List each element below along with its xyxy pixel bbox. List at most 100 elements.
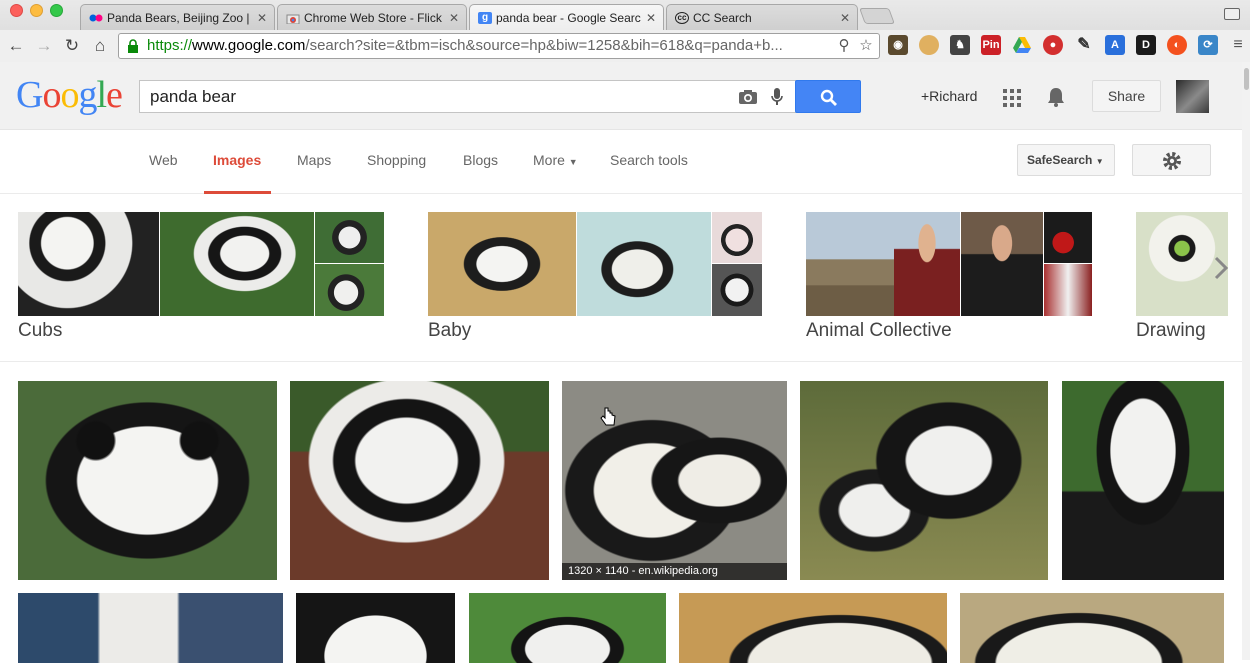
avatar[interactable] [1176,80,1209,113]
tab-blogs[interactable]: Blogs [463,152,498,168]
new-tab-button[interactable] [859,8,895,24]
divider [0,361,1250,362]
image-result[interactable] [18,381,277,580]
browser-chrome: Panda Bears, Beijing Zoo | ✕ Chrome Web … [0,0,1250,62]
logo-letter: o [60,74,79,116]
tab-more[interactable]: More ▼ [533,152,578,168]
tab-images[interactable]: Images [213,152,261,168]
owl-icon[interactable]: ◉ [888,35,908,55]
safesearch-dropdown[interactable]: SafeSearch ▼ [1017,144,1115,176]
url-host: www.google.com [192,37,306,54]
related-thumb-animal-collective[interactable] [961,212,1043,316]
chevron-right-icon[interactable] [1212,255,1230,281]
close-window-button[interactable] [10,4,23,17]
image-result[interactable] [18,593,283,663]
search-input[interactable]: panda bear [139,80,797,113]
logo-letter: e [106,74,123,116]
related-thumb-animal-collective[interactable] [894,212,960,316]
related-thumb-baby[interactable] [428,212,576,316]
related-label-animal-collective[interactable]: Animal Collective [806,320,952,342]
back-arrow-icon[interactable]: ← [4,34,28,58]
fullscreen-button[interactable] [1224,8,1240,20]
close-tab-icon[interactable]: ✕ [449,11,459,25]
image-result[interactable] [469,593,666,663]
share-button[interactable]: Share [1092,80,1161,112]
user-profile-link[interactable]: +Richard [921,88,977,104]
browser-tab-chrome-store[interactable]: Chrome Web Store - Flick ✕ [277,4,467,30]
close-tab-icon[interactable]: ✕ [257,11,267,25]
apps-grid-icon[interactable] [1003,89,1021,107]
zoom-magnifier-icon[interactable]: ⚲ [835,37,853,55]
safesearch-label: SafeSearch [1027,153,1093,167]
google-header: Google panda bear +Richard Share [0,62,1250,130]
search-icon [820,89,837,106]
scrollbar-thumb[interactable] [1244,68,1249,90]
flickr-icon [89,12,103,24]
tab-web[interactable]: Web [149,152,178,168]
related-thumb-cubs[interactable] [315,212,384,263]
image-result[interactable] [960,593,1224,663]
notification-bell-icon[interactable] [1046,86,1066,108]
settings-button[interactable] [1132,144,1211,176]
search-type-tabs: Web Images Maps Shopping Blogs More ▼ Se… [0,131,1250,194]
url-path: /search?site=&tbm=isch&source=hp&biw=125… [305,37,783,54]
scrollbar[interactable] [1242,62,1250,660]
tab-maps[interactable]: Maps [297,152,331,168]
elephant-icon[interactable]: ♞ [950,35,970,55]
minimize-window-button[interactable] [30,4,43,17]
reload-icon[interactable]: ↻ [60,34,84,58]
logo-letter: l [96,74,107,116]
search-button[interactable] [795,80,861,113]
related-thumb-animal-collective[interactable] [1044,212,1092,263]
chrome-orange-icon[interactable]: ◐ [1167,35,1187,55]
url-scheme: https:// [147,37,193,54]
image-result[interactable] [679,593,947,663]
related-label-cubs[interactable]: Cubs [18,320,62,342]
cookie-icon[interactable] [919,35,939,55]
translate-icon[interactable]: A [1105,35,1125,55]
related-thumb-baby[interactable] [712,212,762,263]
image-result[interactable] [296,593,455,663]
image-result[interactable]: 1320 × 1140 - en.wikipedia.org [562,381,787,580]
close-tab-icon[interactable]: ✕ [646,11,656,25]
tab-search-tools[interactable]: Search tools [610,152,688,168]
related-label-baby[interactable]: Baby [428,320,471,342]
google-logo[interactable]: Google [16,73,123,117]
chevron-down-icon: ▼ [1095,157,1104,166]
navigation-bar: ← → ↻ ⌂ https://www.google.com/search?si… [0,30,1250,62]
related-label-drawing[interactable]: Drawing [1136,320,1206,342]
drive-icon[interactable] [1012,35,1032,55]
image-result[interactable] [800,381,1048,580]
tab-title: Panda Bears, Beijing Zoo | [107,11,250,25]
browser-tab-google-search[interactable]: g panda bear - Google Searc ✕ [469,4,664,30]
image-result[interactable] [1062,381,1224,580]
camera-icon[interactable] [738,89,758,105]
related-thumb-cubs[interactable] [315,264,384,316]
tab-shopping[interactable]: Shopping [367,152,426,168]
pen-icon[interactable]: ✎ [1074,35,1094,55]
logo-letter: o [42,74,61,116]
forward-arrow-icon[interactable]: → [32,34,56,58]
refresh-icon[interactable]: ⟳ [1198,35,1218,55]
close-tab-icon[interactable]: ✕ [840,11,850,25]
related-thumb-baby[interactable] [712,264,762,316]
related-thumb-cubs[interactable] [160,212,314,316]
related-thumb-baby[interactable] [577,212,711,316]
pinterest-icon[interactable]: Pin [981,35,1001,55]
menu-icon[interactable]: ≡ [1228,35,1248,55]
image-result[interactable] [290,381,549,580]
related-thumb-cubs[interactable] [18,212,159,316]
bug-icon[interactable]: ● [1043,35,1063,55]
home-icon[interactable]: ⌂ [88,34,112,58]
bookmark-star-icon[interactable]: ☆ [857,37,875,55]
hand-cursor-icon [600,407,616,426]
microphone-icon[interactable] [770,87,784,107]
browser-tab-flickr[interactable]: Panda Bears, Beijing Zoo | ✕ [80,4,275,30]
zoom-window-button[interactable] [50,4,63,17]
address-bar[interactable]: https://www.google.com/search?site=&tbm=… [118,33,880,59]
related-thumb-animal-collective[interactable] [1044,264,1092,316]
dash-icon[interactable]: D [1136,35,1156,55]
tab-title: panda bear - Google Searc [496,11,641,25]
logo-letter: g [78,74,97,116]
browser-tab-cc-search[interactable]: cc CC Search ✕ [666,4,858,30]
